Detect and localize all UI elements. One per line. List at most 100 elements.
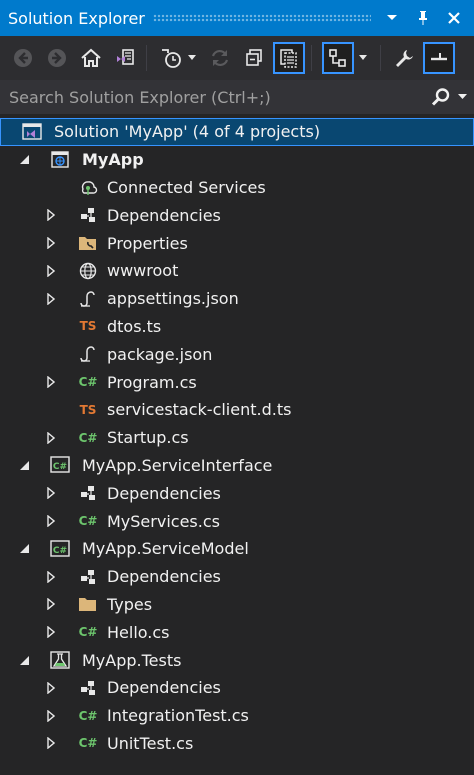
- tree-item-label: Hello.cs: [107, 622, 170, 642]
- sync-dropdown-icon[interactable]: [358, 55, 368, 61]
- typescript-file-icon: TS: [79, 402, 97, 417]
- tree-item-label: appsettings.json: [107, 289, 239, 309]
- toolbar: [0, 36, 474, 80]
- pending-changes-filter-icon[interactable]: [157, 43, 187, 73]
- csharp-file-icon: C#: [78, 514, 98, 529]
- test-project-icon: [49, 649, 71, 671]
- svg-text:C#: C#: [53, 546, 67, 556]
- expanded-arrow-icon[interactable]: [17, 542, 31, 556]
- tree-item-appsettings-json[interactable]: appsettings.json: [0, 285, 474, 313]
- search-icon[interactable]: [428, 82, 454, 112]
- tree-item-myapp-serviceinterface[interactable]: C# MyApp.ServiceInterface: [0, 452, 474, 480]
- tree-item-label: MyApp.ServiceInterface: [82, 455, 273, 475]
- tree-item-integrationtest-cs[interactable]: C# IntegrationTest.cs: [0, 702, 474, 730]
- tree-item-label: Dependencies: [107, 205, 221, 225]
- tree-item-label: Dependencies: [107, 678, 221, 698]
- expanded-arrow-icon[interactable]: [17, 458, 31, 472]
- tree-item-label: Properties: [107, 233, 188, 253]
- close-icon[interactable]: [443, 7, 465, 29]
- tree-item-myservices-cs[interactable]: C# MyServices.cs: [0, 507, 474, 535]
- tree-item-label: MyApp.ServiceModel: [82, 539, 249, 559]
- toolbar-separator: [380, 45, 381, 71]
- tree-item-servicestack-client-d-ts[interactable]: TS servicestack-client.d.ts: [0, 396, 474, 424]
- forward-icon[interactable]: [42, 43, 72, 73]
- tree-item-label: Program.cs: [107, 372, 197, 392]
- tree-item-connected-services[interactable]: Connected Services: [0, 174, 474, 202]
- pin-icon[interactable]: [412, 7, 434, 29]
- tree-item-program-cs[interactable]: C# Program.cs: [0, 368, 474, 396]
- tree-item-startup-cs[interactable]: C# Startup.cs: [0, 424, 474, 452]
- window-options-dropdown-icon[interactable]: [381, 7, 403, 29]
- expanded-arrow-icon[interactable]: [17, 153, 31, 167]
- sync-with-active-document-icon[interactable]: [322, 42, 354, 74]
- home-icon[interactable]: [76, 43, 106, 73]
- switch-views-icon[interactable]: [110, 43, 140, 73]
- properties-wrench-icon[interactable]: [389, 43, 419, 73]
- preview-selected-items-icon[interactable]: [423, 42, 455, 74]
- pending-changes-dropdown-icon[interactable]: [187, 55, 197, 61]
- tree-item-dependencies[interactable]: Dependencies: [0, 201, 474, 229]
- collapsed-arrow-icon[interactable]: [44, 597, 58, 611]
- tree-item-label: MyApp.Tests: [82, 650, 182, 670]
- collapsed-arrow-icon[interactable]: [44, 570, 58, 584]
- tree-item-types[interactable]: Types: [0, 591, 474, 619]
- tree-item-label: Startup.cs: [107, 428, 189, 448]
- tree-item-label: MyServices.cs: [107, 511, 220, 531]
- tree-item-myapp-tests[interactable]: MyApp.Tests: [0, 646, 474, 674]
- dependencies-icon: [77, 566, 99, 588]
- tree-item-label: package.json: [107, 344, 213, 364]
- tree-item-package-json[interactable]: package.json: [0, 340, 474, 368]
- collapsed-arrow-icon[interactable]: [44, 709, 58, 723]
- tree-item-hello-cs[interactable]: C# Hello.cs: [0, 618, 474, 646]
- show-all-files-icon[interactable]: [273, 42, 305, 74]
- collapsed-arrow-icon[interactable]: [44, 681, 58, 695]
- collapsed-arrow-icon[interactable]: [44, 431, 58, 445]
- tree-item-myapp-servicemodel[interactable]: C# MyApp.ServiceModel: [0, 535, 474, 563]
- tree-item-solution-myapp-4-of-4-projects[interactable]: Solution 'MyApp' (4 of 4 projects): [0, 118, 474, 146]
- tree-item-properties[interactable]: Properties: [0, 229, 474, 257]
- collapsed-arrow-icon[interactable]: [44, 625, 58, 639]
- tree-item-unittest-cs[interactable]: C# UnitTest.cs: [0, 730, 474, 758]
- folder-icon: [77, 593, 99, 615]
- expanded-arrow-icon[interactable]: [17, 653, 31, 667]
- tree-item-label: dtos.ts: [107, 316, 162, 336]
- search-bar: [0, 80, 474, 114]
- title-bar-grip[interactable]: [152, 14, 371, 22]
- tree-item-myapp[interactable]: MyApp: [0, 146, 474, 174]
- toolbar-separator: [146, 45, 147, 71]
- collapsed-arrow-icon[interactable]: [44, 292, 58, 306]
- collapsed-arrow-icon[interactable]: [44, 514, 58, 528]
- collapsed-arrow-icon[interactable]: [44, 264, 58, 278]
- refresh-icon[interactable]: [205, 43, 235, 73]
- window-title: Solution Explorer: [8, 8, 145, 28]
- tree-item-dependencies[interactable]: Dependencies: [0, 479, 474, 507]
- dependencies-icon: [77, 204, 99, 226]
- search-options-dropdown-icon[interactable]: [454, 82, 470, 112]
- csharp-file-icon: C#: [78, 708, 98, 723]
- collapsed-arrow-icon[interactable]: [44, 375, 58, 389]
- tree-item-label: Connected Services: [107, 177, 266, 197]
- properties-folder-icon: [77, 232, 99, 254]
- solution-tree: Solution 'MyApp' (4 of 4 projects) MyApp C…: [0, 118, 474, 757]
- csharp-file-icon: C#: [78, 736, 98, 751]
- collapsed-arrow-icon[interactable]: [44, 736, 58, 750]
- search-input[interactable]: [0, 81, 428, 113]
- solution-icon: [21, 121, 43, 143]
- dependencies-icon: [77, 677, 99, 699]
- svg-text:C#: C#: [53, 462, 67, 472]
- tree-item-label: UnitTest.cs: [107, 733, 194, 753]
- tree-item-label: Dependencies: [107, 483, 221, 503]
- tree-item-dtos-ts[interactable]: TS dtos.ts: [0, 313, 474, 341]
- tree-item-label: Dependencies: [107, 567, 221, 587]
- back-icon[interactable]: [8, 43, 38, 73]
- tree-item-wwwroot[interactable]: wwwroot: [0, 257, 474, 285]
- tree-item-label: servicestack-client.d.ts: [107, 400, 292, 420]
- csharp-project-icon: C#: [49, 538, 71, 560]
- collapsed-arrow-icon[interactable]: [44, 208, 58, 222]
- tree-item-dependencies[interactable]: Dependencies: [0, 674, 474, 702]
- collapsed-arrow-icon[interactable]: [44, 236, 58, 250]
- tree-item-dependencies[interactable]: Dependencies: [0, 563, 474, 591]
- collapse-all-icon[interactable]: [239, 43, 269, 73]
- globe-icon: [77, 260, 99, 282]
- collapsed-arrow-icon[interactable]: [44, 486, 58, 500]
